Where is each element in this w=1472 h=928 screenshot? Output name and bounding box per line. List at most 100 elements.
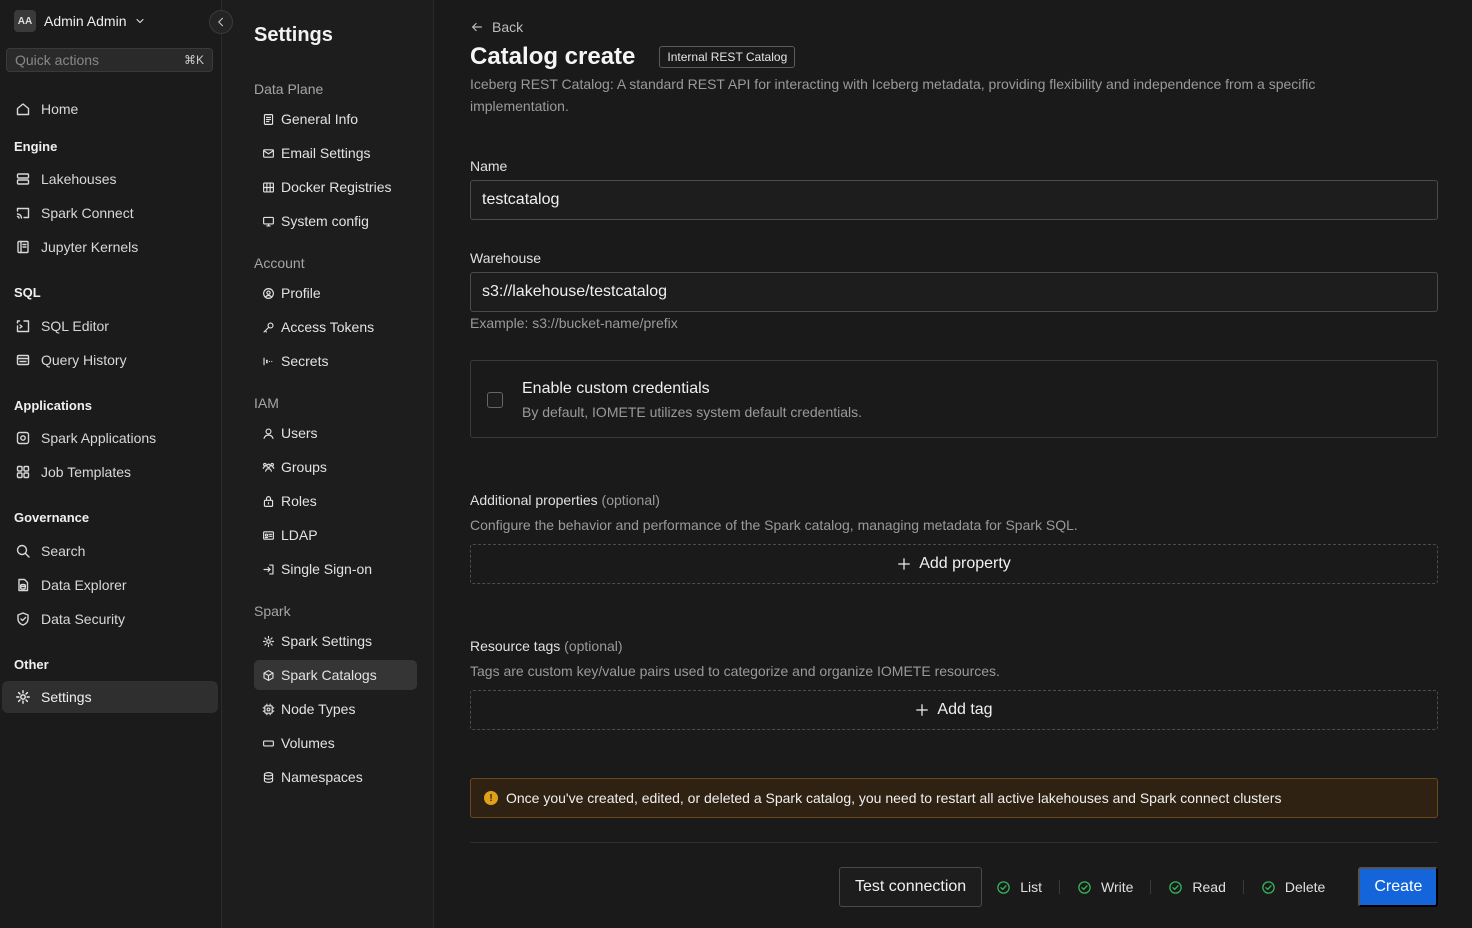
nav-item-job-templates[interactable]: Job Templates [2, 456, 218, 488]
document-icon [262, 113, 275, 126]
check-delete: Delete [1261, 879, 1325, 895]
subnav-item-label: Spark Settings [281, 633, 373, 649]
nav-item-label: Settings [41, 689, 92, 705]
collapse-sidebar-button[interactable] [209, 10, 233, 34]
warehouse-input[interactable] [470, 272, 1438, 312]
nav-item-label: Data Security [41, 611, 126, 627]
nav-item-query-history[interactable]: Query History [2, 344, 218, 376]
test-connection-button[interactable]: Test connection [839, 867, 983, 907]
gear-icon [15, 689, 31, 705]
nav-item-settings[interactable]: Settings [2, 681, 218, 713]
notebook-icon [15, 239, 31, 255]
nav-item-data-explorer[interactable]: Data Explorer [2, 569, 218, 601]
nav-group-governance: Governance [14, 510, 90, 525]
name-label: Name [470, 158, 508, 174]
nav-item-search[interactable]: Search [2, 535, 218, 567]
separator [1058, 880, 1060, 894]
subnav-item-spark-catalogs[interactable]: Spark Catalogs [254, 660, 417, 690]
subnav-item-label: Docker Registries [281, 179, 392, 195]
key-icon [262, 321, 275, 334]
grid-icon [15, 464, 31, 480]
check-circle-icon [1168, 880, 1183, 895]
subnav-item-general-info[interactable]: General Info [254, 104, 417, 134]
subnav-item-label: Single Sign-on [281, 561, 373, 577]
subnav-item-label: Users [281, 425, 318, 441]
connection-checks: List Write Read Delete [996, 879, 1325, 895]
nav-item-label: Query History [41, 352, 127, 368]
nav-item-data-security[interactable]: Data Security [2, 603, 218, 635]
plus-icon [897, 557, 911, 571]
user-menu[interactable]: AA Admin Admin [14, 10, 146, 32]
subnav-item-users[interactable]: Users [254, 418, 417, 448]
title-row: Catalog create Internal REST Catalog [470, 43, 796, 71]
user-icon [262, 427, 275, 440]
additional-properties-title: Additional properties [470, 492, 598, 508]
subnav-item-ldap[interactable]: LDAP [254, 520, 417, 550]
subnav-group-data-plane: Data Plane [254, 81, 324, 97]
plus-icon [915, 703, 929, 717]
create-button[interactable]: Create [1358, 867, 1439, 907]
subnav-item-roles[interactable]: Roles [254, 486, 417, 516]
nav-item-jupyter-kernels[interactable]: Jupyter Kernels [2, 231, 218, 263]
subnav-item-node-types[interactable]: Node Types [254, 694, 417, 724]
add-tag-button[interactable]: Add tag [470, 690, 1438, 730]
check-read: Read [1168, 879, 1226, 895]
page-title: Catalog create [470, 43, 636, 70]
database-icon [262, 771, 275, 784]
sign-in-icon [262, 563, 275, 576]
nav-item-home[interactable]: Home [2, 93, 218, 125]
add-property-button[interactable]: Add property [470, 544, 1438, 584]
nav-item-spark-connect[interactable]: Spark Connect [2, 197, 218, 229]
subnav-item-system-config[interactable]: System config [254, 206, 417, 236]
nav-group-applications: Applications [14, 398, 93, 413]
arrow-left-icon [470, 20, 484, 34]
users-icon [262, 461, 275, 474]
add-tag-label: Add tag [937, 701, 993, 718]
catalog-description: Iceberg REST Catalog: A standard REST AP… [470, 76, 1316, 114]
subnav-item-namespaces[interactable]: Namespaces [254, 762, 417, 792]
main-sidebar: AA Admin Admin Quick actions ⌘K Home Eng… [0, 0, 222, 928]
nav-item-label: Spark Connect [41, 205, 134, 221]
database-file-icon [15, 577, 31, 593]
subnav-item-secrets[interactable]: Secrets [254, 346, 417, 376]
subnav-item-single-sign-on[interactable]: Single Sign-on [254, 554, 417, 584]
name-input[interactable] [470, 180, 1438, 220]
back-link[interactable]: Back [470, 19, 523, 35]
check-circle-icon [996, 880, 1011, 895]
check-label: Delete [1284, 879, 1326, 895]
custom-credentials-title: Enable custom credentials [522, 380, 710, 397]
check-label: Write [1100, 879, 1134, 895]
nav-item-label: Search [41, 543, 86, 559]
subnav-item-label: System config [281, 213, 369, 229]
back-label: Back [492, 19, 524, 35]
quick-actions-search[interactable]: Quick actions ⌘K [6, 48, 213, 72]
registry-icon [262, 181, 275, 194]
nav-item-lakehouses[interactable]: Lakehouses [2, 163, 218, 195]
optional-tag: (optional) [601, 492, 660, 508]
gear-icon [262, 635, 275, 648]
subnav-item-email-settings[interactable]: Email Settings [254, 138, 417, 168]
subnav-item-label: Spark Catalogs [281, 667, 377, 683]
subnav-item-spark-settings[interactable]: Spark Settings [254, 626, 417, 656]
subnav-item-volumes[interactable]: Volumes [254, 728, 417, 758]
quick-actions-shortcut: ⌘K [183, 53, 204, 67]
check-write: Write [1077, 879, 1133, 895]
gear-box-icon [15, 430, 31, 446]
id-card-icon [262, 529, 275, 542]
subnav-item-groups[interactable]: Groups [254, 452, 417, 482]
custom-credentials-checkbox[interactable] [487, 392, 503, 408]
check-label: List [1020, 879, 1042, 895]
nav-item-spark-applications[interactable]: Spark Applications [2, 422, 218, 454]
nav-item-sql-editor[interactable]: SQL Editor [2, 310, 218, 342]
nav-item-label: Home [41, 101, 79, 117]
subnav-item-docker-registries[interactable]: Docker Registries [254, 172, 417, 202]
cube-icon [262, 669, 275, 682]
subnav-item-profile[interactable]: Profile [254, 278, 417, 308]
nav-item-label: SQL Editor [41, 318, 109, 334]
cast-icon [15, 205, 31, 221]
subnav-item-access-tokens[interactable]: Access Tokens [254, 312, 417, 342]
nav-item-label: Jupyter Kernels [41, 239, 139, 255]
warehouse-label: Warehouse [470, 250, 542, 266]
check-label: Read [1192, 879, 1226, 895]
resource-tags-description: Tags are custom key/value pairs used to … [470, 663, 1000, 679]
